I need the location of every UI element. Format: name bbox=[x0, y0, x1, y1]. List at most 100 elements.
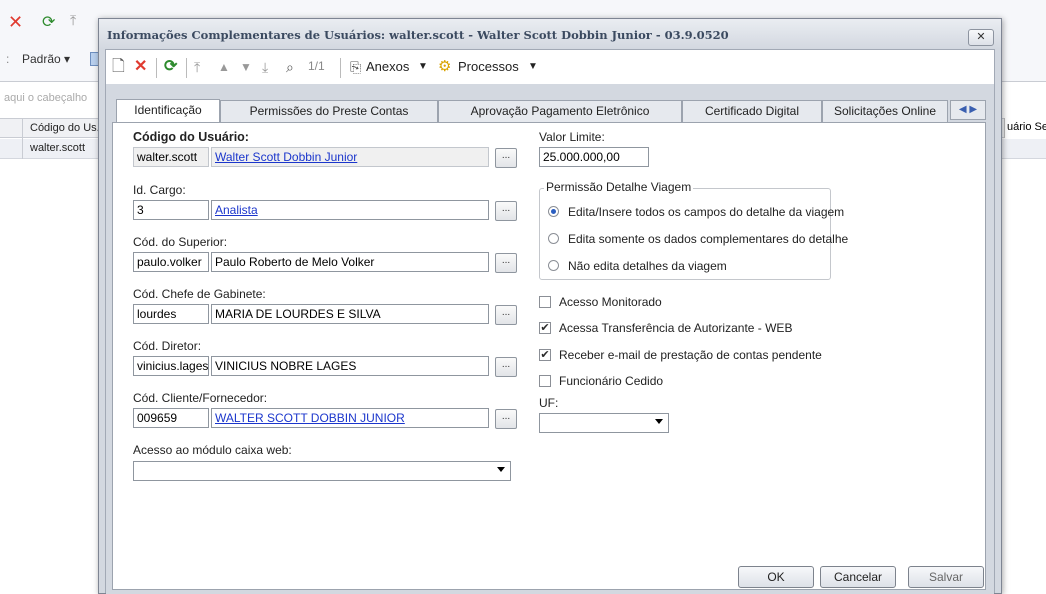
record-counter: 1/1 bbox=[308, 59, 325, 73]
gears-icon[interactable]: ⚙ bbox=[438, 59, 451, 75]
column-divider bbox=[22, 139, 23, 159]
toolbar-separator bbox=[156, 58, 157, 78]
close-button[interactable]: ✕ bbox=[968, 29, 994, 46]
checkbox-checked[interactable]: ✔ bbox=[539, 349, 551, 361]
checkbox-checked[interactable]: ✔ bbox=[539, 322, 551, 334]
cargo-code-field[interactable]: 3 bbox=[133, 200, 209, 220]
column-header-codigo[interactable]: Código do Us. bbox=[30, 122, 100, 134]
usuario-name-link[interactable]: Walter Scott Dobbin Junior bbox=[215, 150, 357, 164]
first-record-icon[interactable]: ⤒ bbox=[70, 12, 76, 29]
viagem-group-title: Permissão Detalhe Viagem bbox=[544, 180, 694, 194]
dialog-title: Informações Complementares de Usuários: … bbox=[107, 28, 729, 42]
toolbar-separator bbox=[186, 58, 187, 78]
last-record-icon[interactable]: ⤓ bbox=[262, 59, 268, 75]
user-info-dialog: Informações Complementares de Usuários: … bbox=[98, 18, 1002, 594]
binoculars-icon[interactable]: ⌕ bbox=[286, 59, 294, 75]
superior-code-field[interactable]: paulo.volker bbox=[133, 252, 209, 272]
uf-select[interactable] bbox=[539, 413, 669, 433]
dialog-titlebar[interactable]: Informações Complementares de Usuários: … bbox=[99, 19, 1001, 49]
tab-solicitacoes[interactable]: Solicitações Online bbox=[822, 100, 948, 122]
usuario-browse-button[interactable]: ... bbox=[495, 148, 517, 168]
caixa-select[interactable] bbox=[133, 461, 511, 481]
chefe-browse-button[interactable]: ... bbox=[495, 305, 517, 325]
caixa-label: Acesso ao módulo caixa web: bbox=[133, 443, 292, 457]
uf-label: UF: bbox=[539, 396, 559, 410]
check-label: Acessa Transferência de Autorizante - WE… bbox=[559, 321, 793, 335]
tab-identificacao[interactable]: Identificação bbox=[116, 99, 220, 123]
valor-limite-field[interactable]: 25.000.000,00 bbox=[539, 147, 649, 167]
viagem-option-1-label: Edita somente os dados complementares do… bbox=[568, 232, 849, 246]
radio-1[interactable] bbox=[548, 233, 559, 244]
check-email[interactable]: ✔ Receber e-mail de prestação de contas … bbox=[539, 348, 839, 364]
identificacao-panel: Código do Usuário: walter.scott Walter S… bbox=[112, 122, 986, 590]
refresh-icon[interactable]: ⟳ bbox=[42, 12, 55, 32]
radio-2[interactable] bbox=[548, 260, 559, 271]
check-funcionario-cedido[interactable]: Funcionário Cedido bbox=[539, 374, 839, 390]
diretor-name-field[interactable]: VINICIUS NOBRE LAGES bbox=[211, 356, 489, 376]
previous-record-icon[interactable]: ▲ bbox=[218, 59, 230, 75]
delete-icon[interactable]: ✕ bbox=[134, 59, 147, 75]
cargo-name-field[interactable]: Analista bbox=[211, 200, 489, 220]
usuario-code-field[interactable]: walter.scott bbox=[133, 147, 209, 167]
cargo-name-link[interactable]: Analista bbox=[215, 203, 258, 217]
cliente-name-field[interactable]: WALTER SCOTT DOBBIN JUNIOR bbox=[211, 408, 489, 428]
layout-dropdown[interactable]: Padrão ▾ bbox=[22, 52, 70, 66]
refresh-icon[interactable]: ⟳ bbox=[164, 59, 177, 75]
ok-button[interactable]: OK bbox=[738, 566, 814, 588]
check-label: Receber e-mail de prestação de contas pe… bbox=[559, 348, 822, 362]
cargo-label: Id. Cargo: bbox=[133, 183, 186, 197]
check-label: Acesso Monitorado bbox=[559, 295, 662, 309]
viagem-option-2-label: Não edita detalhes da viagem bbox=[568, 259, 727, 273]
superior-name-field[interactable]: Paulo Roberto de Melo Volker bbox=[211, 252, 489, 272]
column-header-usuario[interactable]: uário Se bbox=[1004, 118, 1046, 138]
usuario-name-field[interactable]: Walter Scott Dobbin Junior bbox=[211, 147, 489, 167]
tab-certificado[interactable]: Certificado Digital bbox=[682, 100, 822, 122]
diretor-code-field[interactable]: vinicius.lages bbox=[133, 356, 209, 376]
tabs-container: Identificação Permissões do Preste Conta… bbox=[106, 84, 994, 594]
viagem-groupbox: Permissão Detalhe Viagem Edita/Insere to… bbox=[539, 180, 848, 280]
delete-icon[interactable]: ✕ bbox=[8, 12, 23, 33]
checkbox[interactable] bbox=[539, 296, 551, 308]
checkbox[interactable] bbox=[539, 375, 551, 387]
dialog-body: 🗋 ✕ ⟳ ⤒ ▲ ▼ ⤓ ⌕ 1/1 ⎘ Anexos ▼ ⚙ Process… bbox=[105, 49, 995, 594]
tab-permissoes[interactable]: Permissões do Preste Contas bbox=[220, 100, 438, 122]
chevron-down-icon[interactable]: ▼ bbox=[528, 61, 538, 72]
attachments-menu[interactable]: Anexos bbox=[366, 59, 409, 74]
diretor-label: Cód. Diretor: bbox=[133, 339, 202, 353]
save-button[interactable]: Salvar bbox=[908, 566, 984, 588]
first-record-icon[interactable]: ⤒ bbox=[194, 59, 200, 75]
viagem-option-0[interactable]: Edita/Insere todos os campos do detalhe … bbox=[548, 205, 844, 221]
cliente-name-link[interactable]: WALTER SCOTT DOBBIN JUNIOR bbox=[215, 411, 405, 425]
check-acesso-monitorado[interactable]: Acesso Monitorado bbox=[539, 295, 839, 311]
tab-scroll-arrows-icon[interactable]: ◀ ▶ bbox=[950, 100, 986, 120]
cliente-code-field[interactable]: 009659 bbox=[133, 408, 209, 428]
valor-limite-label: Valor Limite: bbox=[539, 130, 605, 144]
separator-icon: : bbox=[6, 52, 10, 66]
viagem-option-0-label: Edita/Insere todos os campos do detalhe … bbox=[568, 205, 845, 219]
next-record-icon[interactable]: ▼ bbox=[240, 59, 252, 75]
chefe-code-field[interactable]: lourdes bbox=[133, 304, 209, 324]
column-divider bbox=[22, 119, 23, 139]
superior-label: Cód. do Superior: bbox=[133, 235, 228, 249]
chevron-down-icon[interactable]: ▼ bbox=[418, 61, 428, 72]
paperclip-icon[interactable]: ⎘ bbox=[350, 59, 361, 75]
chevron-down-icon bbox=[497, 467, 505, 472]
cliente-label: Cód. Cliente/Fornecedor: bbox=[133, 391, 268, 405]
diretor-browse-button[interactable]: ... bbox=[495, 357, 517, 377]
tab-aprovacao[interactable]: Aprovação Pagamento Eletrônico bbox=[438, 100, 682, 122]
check-transferencia[interactable]: ✔ Acessa Transferência de Autorizante - … bbox=[539, 321, 839, 337]
cancel-button[interactable]: Cancelar bbox=[820, 566, 896, 588]
chefe-name-field[interactable]: MARIA DE LOURDES E SILVA bbox=[211, 304, 489, 324]
superior-browse-button[interactable]: ... bbox=[495, 253, 517, 273]
processes-menu[interactable]: Processos bbox=[458, 59, 519, 74]
viagem-option-2[interactable]: Não edita detalhes da viagem bbox=[548, 259, 828, 275]
cargo-browse-button[interactable]: ... bbox=[495, 201, 517, 221]
cell-codigo[interactable]: walter.scott bbox=[30, 142, 85, 154]
cliente-browse-button[interactable]: ... bbox=[495, 409, 517, 429]
chevron-down-icon bbox=[655, 419, 663, 424]
radio-0[interactable] bbox=[548, 206, 559, 217]
new-icon[interactable]: 🗋 bbox=[112, 59, 125, 75]
viagem-option-1[interactable]: Edita somente os dados complementares do… bbox=[548, 232, 848, 248]
check-label: Funcionário Cedido bbox=[559, 374, 664, 388]
toolbar-separator bbox=[340, 58, 341, 78]
